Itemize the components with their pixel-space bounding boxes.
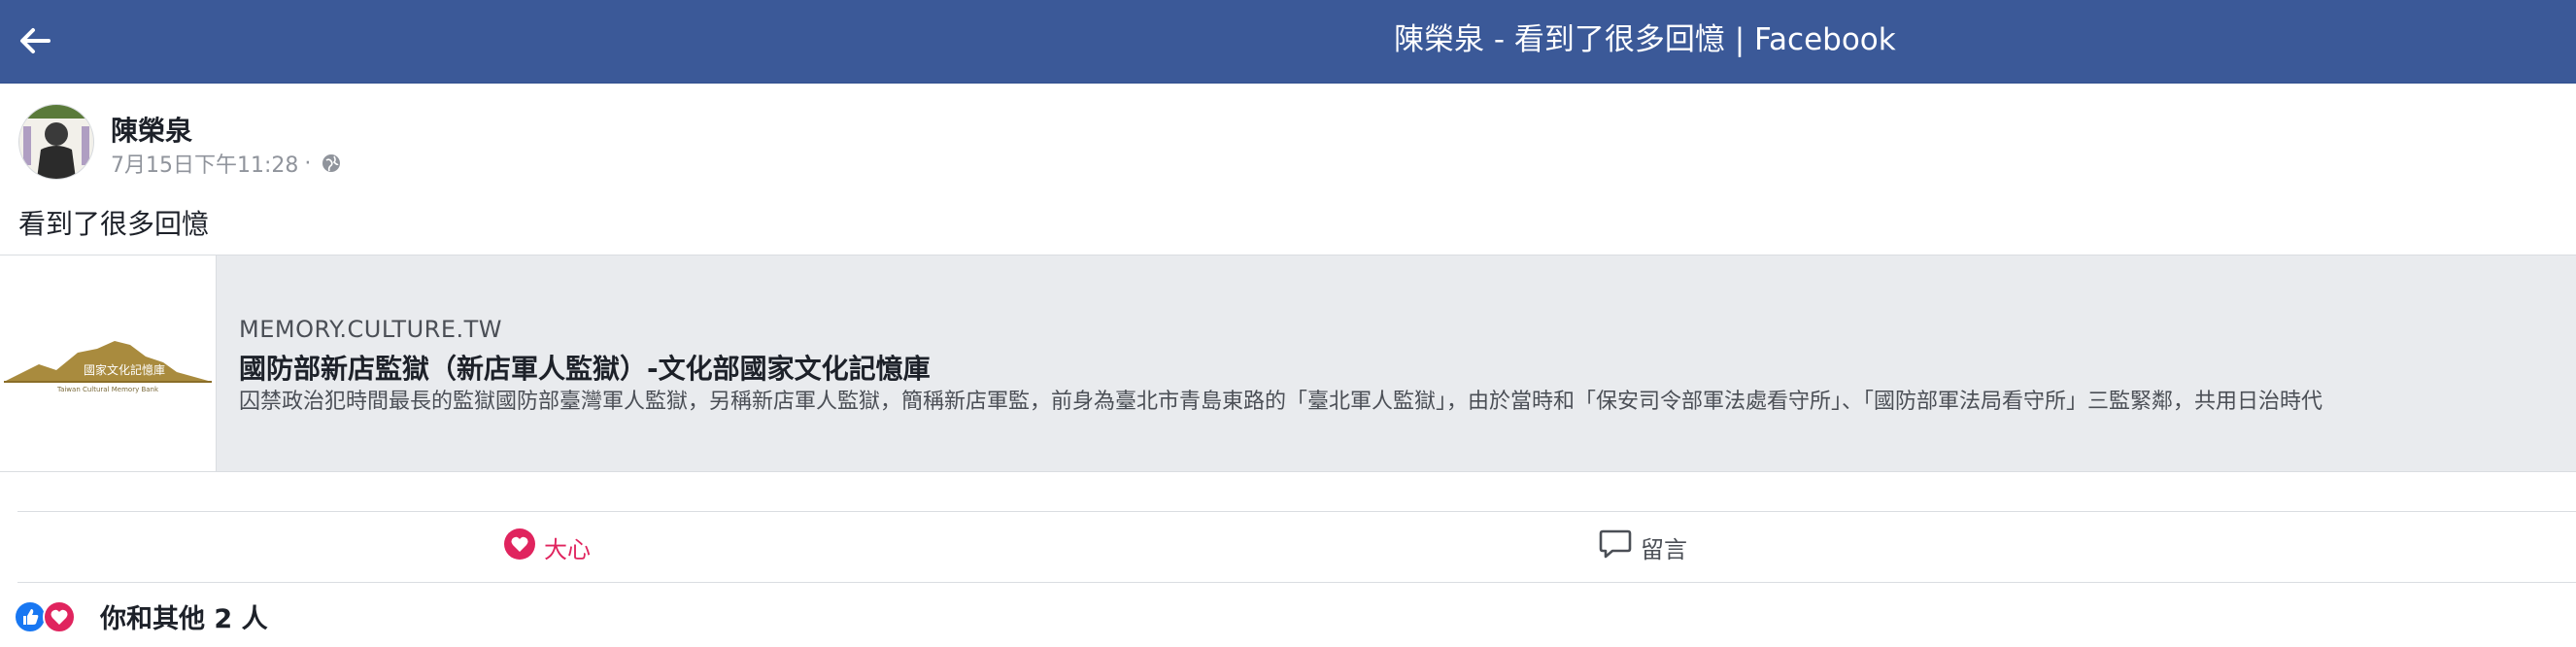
page-title: 陳榮泉 - 看到了很多回憶 | Facebook: [1394, 22, 1896, 57]
like-icon: [14, 600, 47, 633]
post-meta: 7月15日下午11:28 ·: [111, 148, 342, 179]
top-bar: 陳榮泉 - 看到了很多回憶 | Facebook: [0, 0, 2576, 84]
comment-button[interactable]: 留言: [1598, 512, 1687, 582]
author-avatar[interactable]: [18, 104, 94, 180]
memory-bank-logo: 國家文化記憶庫 Taiwan Cultural Memory Bank: [4, 341, 212, 393]
love-reaction-button[interactable]: 大心: [503, 512, 591, 582]
meta-separator: ·: [304, 151, 312, 176]
link-title[interactable]: 國防部新店監獄（新店軍人監獄）-文化部國家文化記憶庫: [239, 348, 931, 387]
link-description: 囚禁政治犯時間最長的監獄國防部臺灣軍人監獄，另稱新店軍人監獄，簡稱新店軍監，前身…: [239, 390, 2323, 414]
post-action-bar: 大心 留言: [17, 511, 2576, 583]
avatar-image: [19, 105, 93, 179]
link-thumbnail: 國家文化記憶庫 Taiwan Cultural Memory Bank: [0, 255, 217, 471]
svg-text:Taiwan Cultural Memory Bank: Taiwan Cultural Memory Bank: [56, 386, 159, 393]
back-button[interactable]: [14, 19, 60, 62]
reactions-summary[interactable]: 你和其他 2 人: [14, 596, 268, 635]
love-icon: [503, 528, 536, 566]
comment-icon: [1598, 527, 1633, 567]
globe-icon: [321, 153, 342, 174]
link-info: MEMORY.CULTURE.TW 國防部新店監獄（新店軍人監獄）-文化部國家文…: [217, 255, 2576, 471]
reaction-summary-text: 你和其他 2 人: [100, 603, 268, 634]
link-preview-card[interactable]: 國家文化記憶庫 Taiwan Cultural Memory Bank MEMO…: [0, 255, 2576, 472]
comment-button-label: 留言: [1641, 535, 1687, 563]
author-name[interactable]: 陳榮泉: [111, 110, 192, 149]
svg-text:國家文化記憶庫: 國家文化記憶庫: [84, 362, 165, 377]
link-domain: MEMORY.CULTURE.TW: [239, 316, 503, 343]
love-button-label: 大心: [544, 535, 591, 563]
back-arrow-icon: [20, 28, 51, 53]
love-icon: [43, 600, 76, 633]
post-text: 看到了很多回憶: [18, 208, 210, 240]
reaction-icons: [14, 598, 82, 633]
post-timestamp[interactable]: 7月15日下午11:28: [111, 148, 298, 179]
